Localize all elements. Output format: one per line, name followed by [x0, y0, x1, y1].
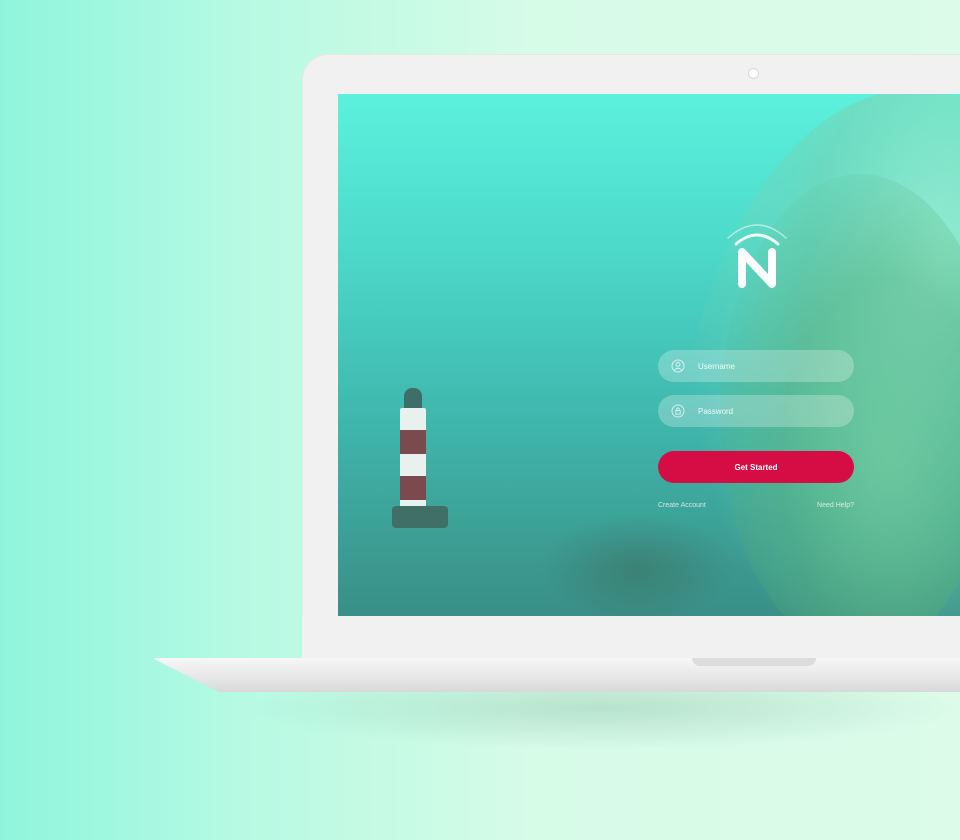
password-field[interactable]	[658, 395, 854, 427]
laptop-shadow	[240, 690, 960, 750]
laptop-base	[152, 658, 960, 692]
laptop-screen: Get Started Create Account Need Help?	[338, 94, 960, 616]
n-logo-icon	[727, 224, 787, 288]
get-started-button[interactable]: Get Started	[658, 451, 854, 483]
user-icon	[670, 358, 686, 374]
lighthouse-base	[392, 506, 448, 528]
laptop-bezel-bottom	[302, 616, 960, 660]
laptop-notch	[692, 658, 816, 666]
background-rocks	[538, 514, 738, 616]
lighthouse-image	[392, 388, 452, 538]
webcam	[748, 68, 759, 79]
username-field[interactable]	[658, 350, 854, 382]
create-account-link[interactable]: Create Account	[658, 502, 706, 509]
password-input[interactable]	[696, 405, 840, 417]
login-links: Create Account Need Help?	[658, 502, 854, 509]
username-input[interactable]	[696, 360, 840, 372]
need-help-link[interactable]: Need Help?	[817, 502, 854, 509]
lighthouse-lantern	[404, 388, 422, 410]
lighthouse-tower	[400, 408, 426, 510]
lock-icon	[670, 403, 686, 419]
login-form	[658, 350, 854, 440]
